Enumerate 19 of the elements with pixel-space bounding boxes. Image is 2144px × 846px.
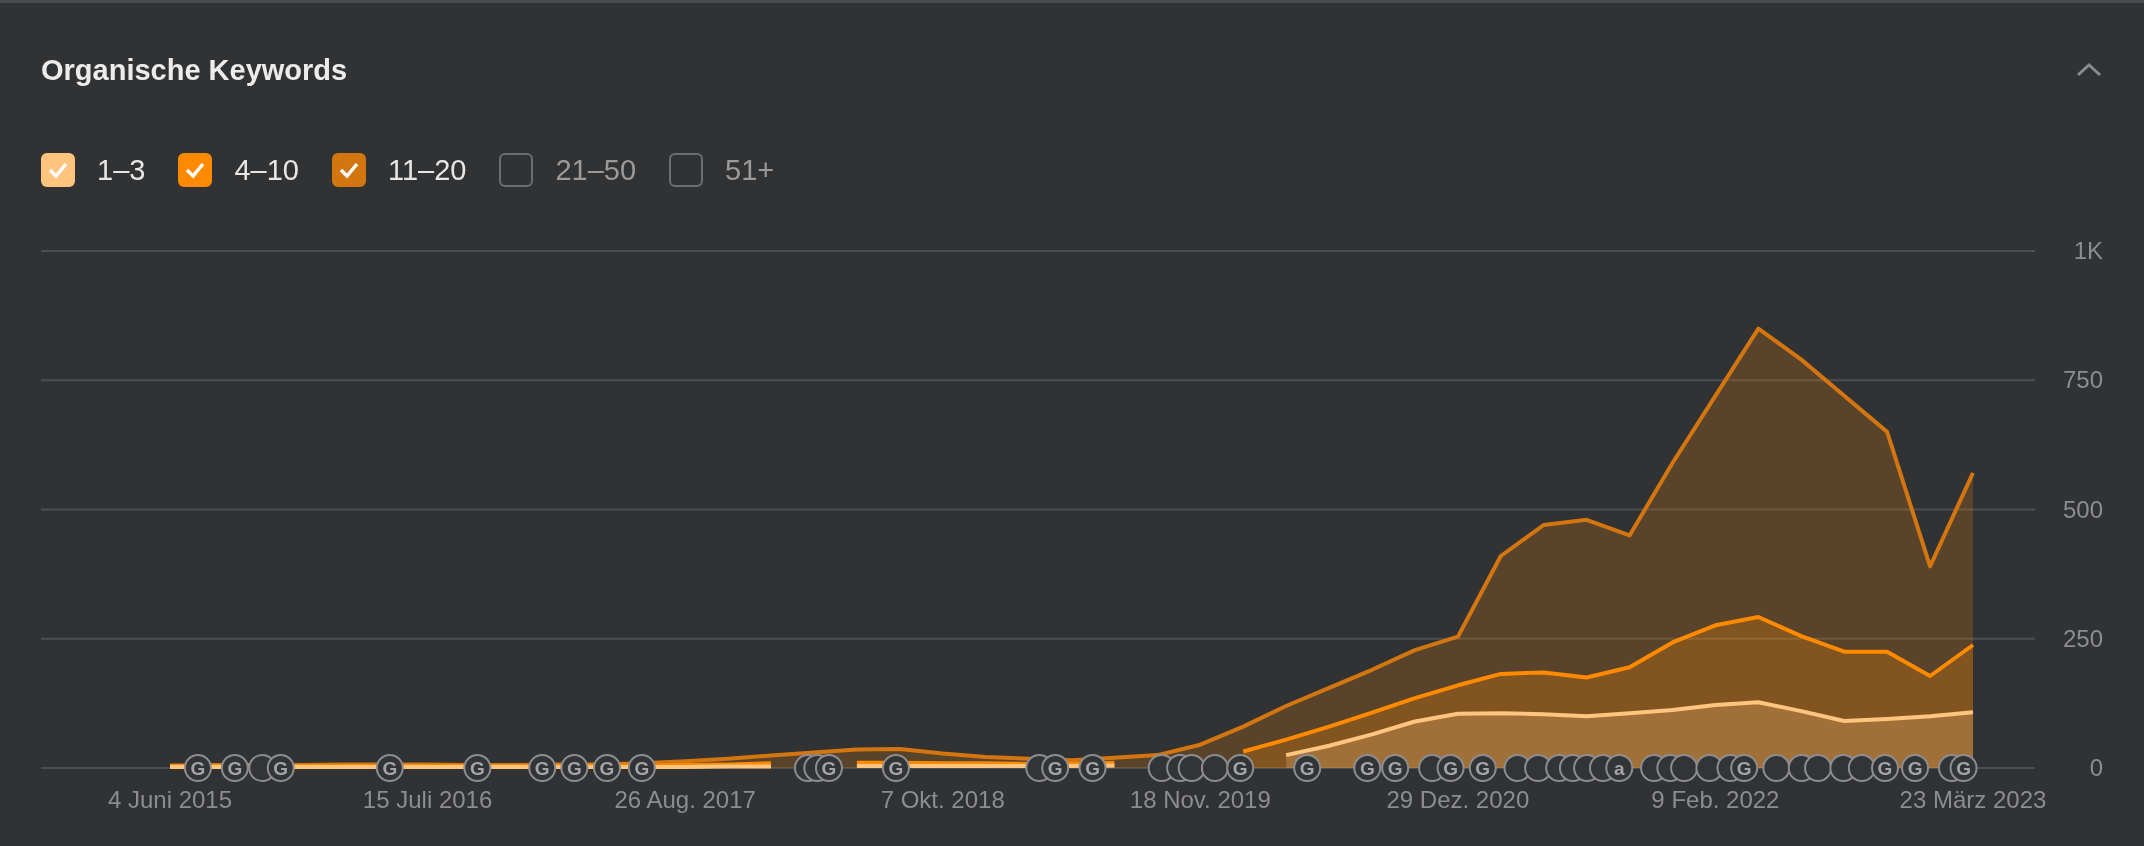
x-tick-label: 7 Okt. 2018 — [880, 786, 1005, 813]
panel-title: Organische Keywords — [41, 53, 348, 87]
legend-label: 11–20 — [387, 153, 467, 187]
x-tick-label: 4 Juni 2015 — [107, 786, 233, 813]
x-tick-label: 29 Dez. 2020 — [1386, 786, 1530, 813]
x-tick-label: 18 Nov. 2019 — [1129, 786, 1271, 813]
y-tick-label: 750 — [2062, 366, 2103, 394]
x-tick-label: 26 Aug. 2017 — [614, 786, 756, 813]
x-tick-label: 9 Feb. 2022 — [1651, 786, 1780, 813]
x-tick-label: 23 März 2023 — [1899, 786, 2047, 813]
y-tick-label: 250 — [2062, 624, 2103, 652]
legend-label: 1–3 — [97, 153, 146, 187]
legend-label: 51+ — [725, 153, 775, 187]
legend-label: 21–50 — [555, 153, 637, 187]
y-tick-label: 0 — [2089, 754, 2103, 781]
y-tick-label: 1K — [2073, 241, 2103, 264]
legend-label: 4–10 — [234, 153, 299, 187]
x-tick-label: 15 Juli 2016 — [362, 786, 493, 813]
y-tick-label: 500 — [2062, 495, 2103, 523]
